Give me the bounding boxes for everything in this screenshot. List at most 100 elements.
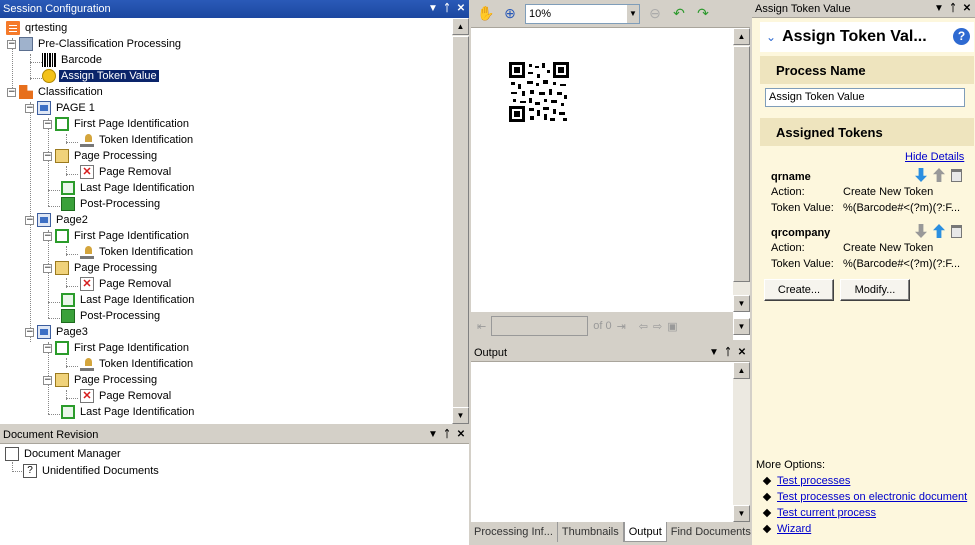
process-name-input[interactable]: Assign Token Value xyxy=(765,88,965,107)
tree-item-post-processing[interactable]: Post-Processing xyxy=(61,196,162,212)
tree-item-page-processing[interactable]: − Page Processing xyxy=(43,148,159,164)
first-page-icon[interactable]: ⇤ xyxy=(477,320,486,333)
copy-icon[interactable]: ▣ xyxy=(667,320,677,333)
tree-item-last-page-identification[interactable]: Last Page Identification xyxy=(61,292,196,308)
tree-item-classification[interactable]: − Classification xyxy=(7,84,105,100)
wizard-link[interactable]: Wizard xyxy=(777,523,811,535)
test-current-process-link[interactable]: Test current process xyxy=(777,507,876,519)
tree-item-unidentified-documents[interactable]: ? Unidentified Documents xyxy=(23,463,161,479)
hide-details-link[interactable]: Hide Details xyxy=(905,151,964,163)
collapse-icon[interactable]: − xyxy=(43,375,52,385)
pin-icon[interactable]: ᛏ xyxy=(442,429,452,441)
move-up-icon[interactable] xyxy=(933,168,945,182)
tree-item-token-identification[interactable]: Token Identification xyxy=(80,356,195,372)
zoom-in-icon[interactable]: ⊕ xyxy=(501,5,519,23)
collapse-icon[interactable]: − xyxy=(43,119,52,129)
tree-item-page-processing[interactable]: − Page Processing xyxy=(43,260,159,276)
close-icon[interactable]: ✕ xyxy=(456,429,466,441)
scroll-thumb[interactable] xyxy=(733,46,750,282)
close-icon[interactable]: ✕ xyxy=(962,3,972,15)
scroll-down-icon[interactable]: ▼ xyxy=(452,407,469,424)
qr-code-thumbnail xyxy=(509,62,569,122)
tree-item-page-processing[interactable]: − Page Processing xyxy=(43,372,159,388)
tab-output[interactable]: Output xyxy=(623,522,667,542)
collapse-icon[interactable]: − xyxy=(25,327,34,337)
tree-item-last-page-identification[interactable]: Last Page Identification xyxy=(61,404,196,420)
collapse-icon[interactable]: − xyxy=(43,151,52,161)
scroll-up-icon[interactable]: ▲ xyxy=(452,18,469,35)
tree-item-token-identification[interactable]: Token Identification xyxy=(80,244,195,260)
collapse-chevron-icon[interactable]: ⌄ xyxy=(766,30,776,44)
delete-icon[interactable] xyxy=(951,225,962,238)
collapse-icon[interactable]: − xyxy=(25,103,34,113)
page-number-input[interactable] xyxy=(491,316,589,336)
scroll-up-icon[interactable]: ▲ xyxy=(733,362,750,379)
collapse-icon[interactable]: − xyxy=(25,215,34,225)
dropdown-icon[interactable]: ▼ xyxy=(428,429,438,441)
tree-item-page-2[interactable]: − Page2 xyxy=(25,212,90,228)
tree-item-pre-classification[interactable]: − Pre-Classification Processing xyxy=(7,36,183,52)
chevron-down-icon[interactable]: ▼ xyxy=(627,4,639,23)
tree-item-page-removal[interactable]: ✕ Page Removal xyxy=(80,388,173,404)
scroll-down-icon[interactable]: ▼ xyxy=(733,295,750,312)
tree-item-page-removal[interactable]: ✕ Page Removal xyxy=(80,276,173,292)
test-processes-electronic-link[interactable]: Test processes on electronic document xyxy=(777,491,967,503)
tree-item-barcode[interactable]: Barcode xyxy=(42,52,104,68)
move-up-icon[interactable] xyxy=(933,224,945,238)
tree-item-first-page-identification[interactable]: − First Page Identification xyxy=(43,340,191,356)
output-scrollbar[interactable]: ▲ ▼ xyxy=(733,362,750,522)
zoom-out-icon[interactable]: ⊖ xyxy=(646,5,664,23)
back-arrow-icon[interactable]: ⇦ xyxy=(639,320,648,333)
dropdown-icon[interactable]: ▼ xyxy=(709,347,719,359)
dropdown-icon[interactable]: ▼ xyxy=(428,3,438,15)
token-entry[interactable]: qrcompany Action: Create New Token Token… xyxy=(771,224,966,274)
collapse-icon[interactable]: − xyxy=(7,39,16,49)
tree-item-qrtesting[interactable]: qrtesting xyxy=(6,20,69,36)
close-icon[interactable]: ✕ xyxy=(456,3,466,15)
tree-item-page-removal[interactable]: ✕ Page Removal xyxy=(80,164,173,180)
page-icon xyxy=(37,325,51,339)
scroll-thumb[interactable] xyxy=(452,36,469,410)
scroll-down-icon[interactable]: ▼ xyxy=(733,505,750,522)
tree-item-token-identification[interactable]: Token Identification xyxy=(80,132,195,148)
tab-find-documents[interactable]: Find Documents xyxy=(666,522,756,542)
rotate-right-icon[interactable]: ↷ xyxy=(694,5,712,23)
tree-item-first-page-identification[interactable]: − First Page Identification xyxy=(43,116,191,132)
collapse-icon[interactable]: − xyxy=(7,87,16,97)
collapse-icon[interactable]: − xyxy=(43,231,52,241)
delete-icon[interactable] xyxy=(951,169,962,182)
move-down-icon[interactable] xyxy=(915,224,927,238)
pin-icon[interactable]: ᛏ xyxy=(442,3,452,15)
scroll-down-icon[interactable]: ▼ xyxy=(733,318,750,335)
forward-arrow-icon[interactable]: ⇨ xyxy=(653,320,662,333)
collapse-icon[interactable]: − xyxy=(43,343,52,353)
test-processes-link[interactable]: Test processes xyxy=(777,475,850,487)
tree-item-post-processing[interactable]: Post-Processing xyxy=(61,308,162,324)
move-down-icon[interactable] xyxy=(915,168,927,182)
tree-item-assign-token-value[interactable]: Assign Token Value xyxy=(42,68,160,84)
token-icon xyxy=(42,69,56,83)
create-button[interactable]: Create... xyxy=(764,279,834,301)
tree-item-page-1[interactable]: − PAGE 1 xyxy=(25,100,97,116)
token-entry[interactable]: qrname Action: Create New Token Token Va… xyxy=(771,168,966,218)
tree-scrollbar[interactable]: ▲ ▼ xyxy=(452,18,469,424)
zoom-select[interactable]: 10% ▼ xyxy=(525,3,640,24)
close-icon[interactable]: ✕ xyxy=(737,347,747,359)
tree-item-last-page-identification[interactable]: Last Page Identification xyxy=(61,180,196,196)
pin-icon[interactable]: ᛏ xyxy=(723,347,733,359)
dropdown-icon[interactable]: ▼ xyxy=(934,3,944,15)
modify-button[interactable]: Modify... xyxy=(840,279,910,301)
viewer-scrollbar[interactable]: ▲ ▼ xyxy=(733,28,750,312)
help-icon[interactable]: ? xyxy=(953,28,970,45)
last-page-icon[interactable]: ⇥ xyxy=(617,320,626,333)
tree-item-page-3[interactable]: − Page3 xyxy=(25,324,90,340)
tree-item-first-page-identification[interactable]: − First Page Identification xyxy=(43,228,191,244)
pan-hand-icon[interactable]: ✋ xyxy=(477,5,495,23)
rotate-left-icon[interactable]: ↶ xyxy=(670,5,688,23)
pin-icon[interactable]: ᛏ xyxy=(948,3,958,15)
tab-processing-info[interactable]: Processing Inf... xyxy=(470,522,558,542)
tab-thumbnails[interactable]: Thumbnails xyxy=(557,522,624,542)
scroll-up-icon[interactable]: ▲ xyxy=(733,28,750,45)
collapse-icon[interactable]: − xyxy=(43,263,52,273)
tree-item-document-manager[interactable]: Document Manager xyxy=(5,446,123,462)
